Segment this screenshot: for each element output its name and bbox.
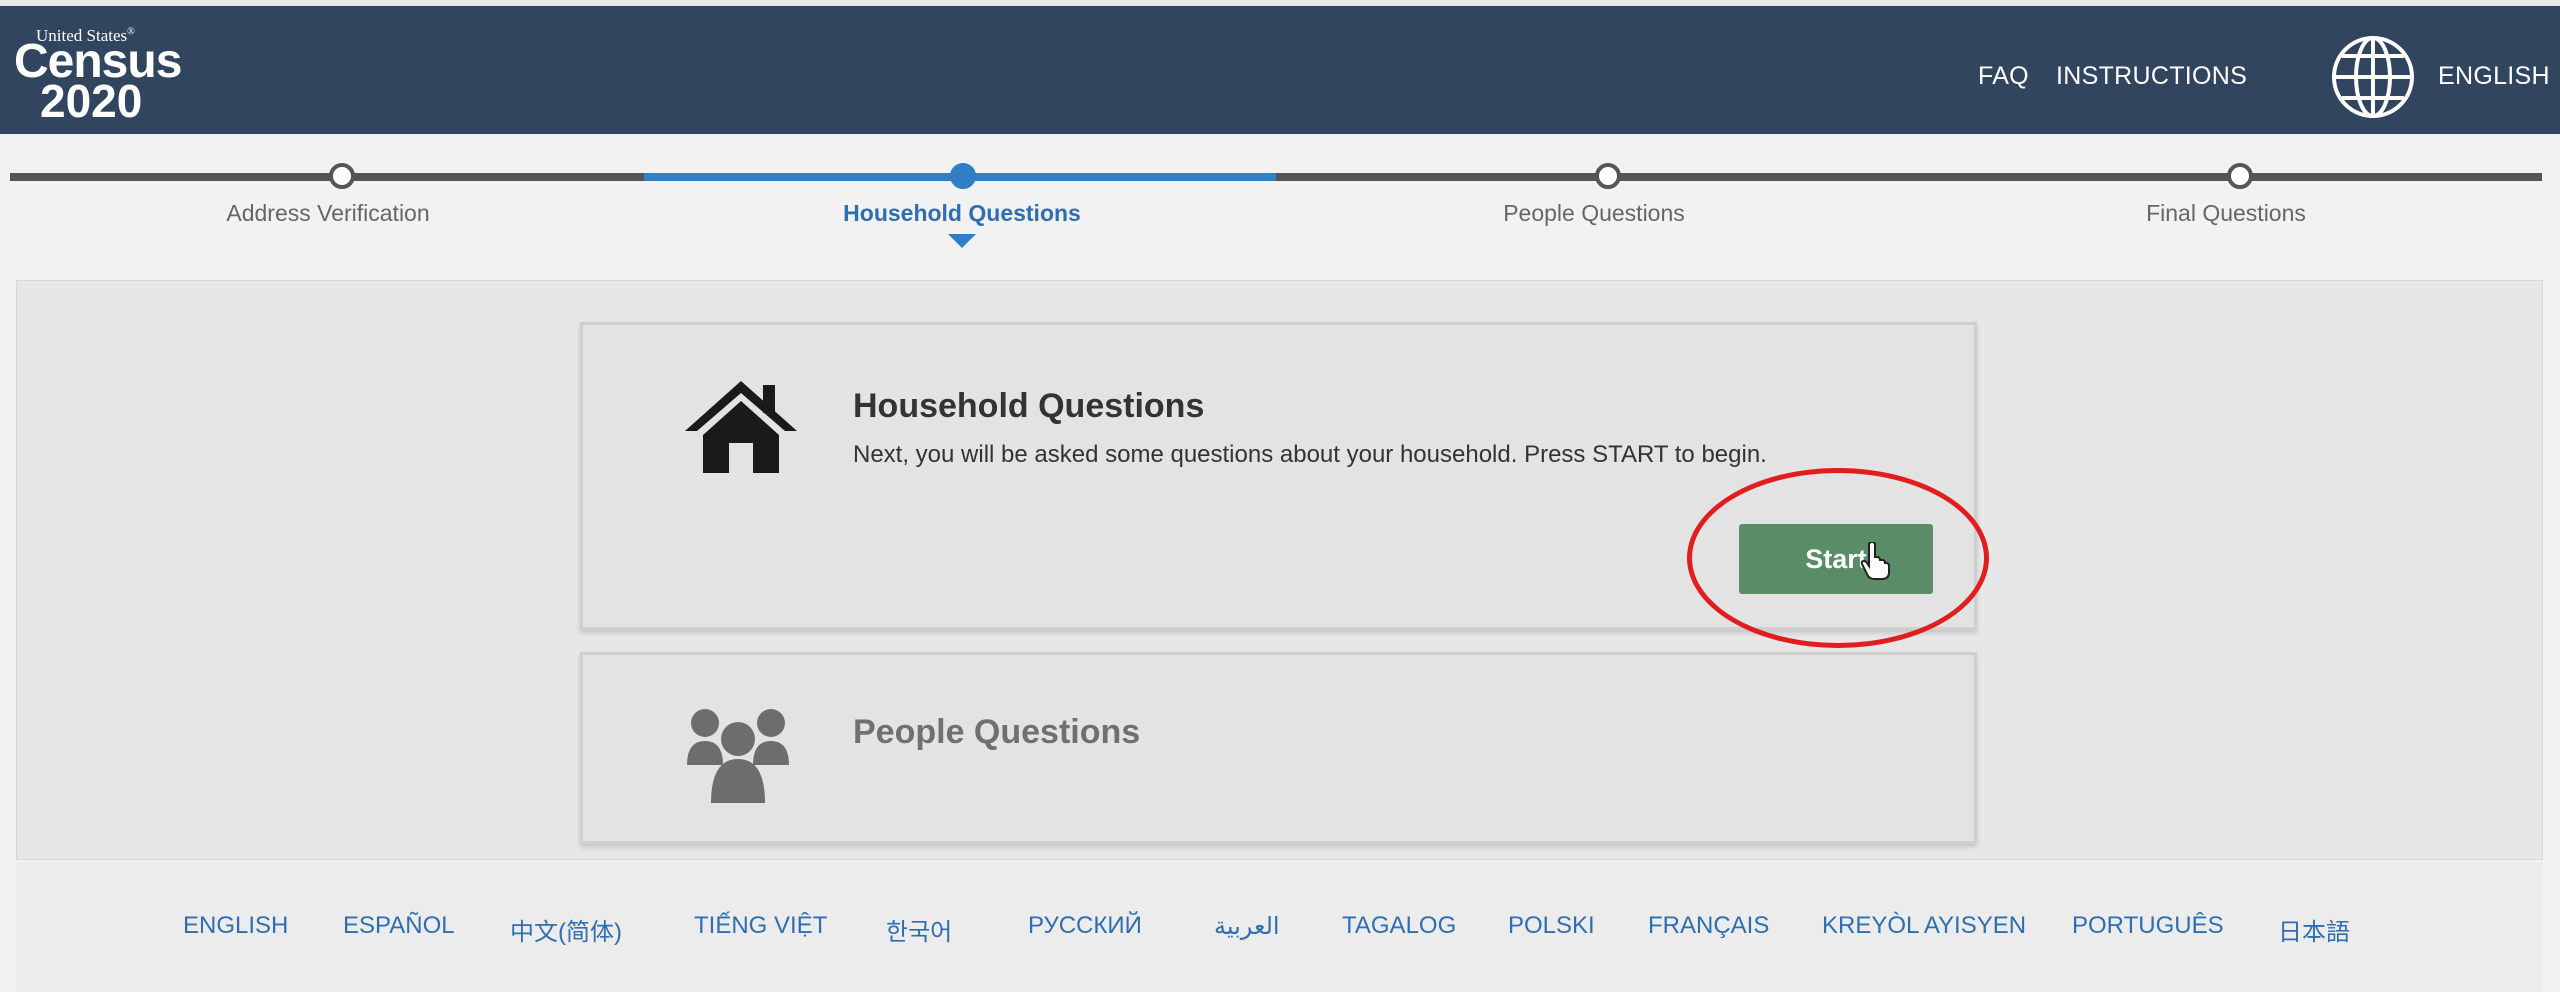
start-button[interactable]: Start [1739, 524, 1933, 594]
progress-track-segment-1 [10, 173, 644, 181]
language-link-arabic[interactable]: العربية [1214, 912, 1280, 941]
people-group-icon [687, 709, 789, 803]
language-link-english[interactable]: ENGLISH [183, 912, 288, 940]
site-header: United States® Census 2020 FAQ INSTRUCTI… [0, 6, 2560, 134]
step-label-people-questions: People Questions [1503, 200, 1685, 226]
progress-steps: Address Verification Household Questions… [0, 134, 2560, 274]
globe-icon[interactable] [2330, 34, 2416, 120]
language-link-haitian-creole[interactable]: KREYÒL AYISYEN [1822, 912, 2026, 940]
instructions-link[interactable]: INSTRUCTIONS [2056, 62, 2247, 91]
census-2020-logo[interactable]: United States® Census 2020 [14, 24, 184, 127]
language-link-chinese[interactable]: 中文(简体) [510, 912, 622, 947]
people-questions-card: People Questions [580, 652, 1977, 844]
language-link-portuguese[interactable]: PORTUGUÊS [2072, 912, 2224, 940]
step-node-household-questions [950, 163, 976, 189]
logo-year-text: 2020 [40, 75, 143, 127]
step-label-final-questions: Final Questions [2146, 200, 2306, 226]
language-link-korean[interactable]: 한국어 [886, 912, 952, 947]
people-questions-title: People Questions [853, 713, 1141, 751]
language-link-french[interactable]: FRANÇAIS [1648, 912, 1769, 940]
step-label-household-questions: Household Questions [843, 200, 1081, 226]
language-footer: ENGLISH ESPAÑOL 中文(简体) TIẾNG VIỆT 한국어 РУ… [16, 862, 2543, 992]
language-link-espanol[interactable]: ESPAÑOL [343, 912, 455, 940]
step-node-address-verification [329, 163, 355, 189]
language-link-japanese[interactable]: 日本語 [2278, 912, 2350, 947]
language-link-tagalog[interactable]: TAGALOG [1342, 912, 1456, 940]
household-questions-card: Household Questions Next, you will be as… [580, 322, 1977, 630]
progress-track-segment-4 [1908, 173, 2542, 181]
step-node-people-questions [1595, 163, 1621, 189]
progress-track-segment-3 [1276, 173, 1908, 181]
language-link-russian[interactable]: РУССКИЙ [1028, 912, 1142, 940]
faq-link[interactable]: FAQ [1978, 62, 2029, 91]
house-icon [685, 381, 797, 473]
household-questions-description: Next, you will be asked some questions a… [853, 441, 1767, 468]
language-link-polish[interactable]: POLSKI [1508, 912, 1595, 940]
step-node-final-questions [2227, 163, 2253, 189]
step-label-address-verification: Address Verification [226, 200, 430, 226]
household-questions-title: Household Questions [853, 387, 1205, 425]
active-step-caret-icon [948, 234, 976, 248]
language-selector-link[interactable]: ENGLISH [2438, 62, 2550, 91]
language-link-vietnamese[interactable]: TIẾNG VIỆT [694, 912, 827, 940]
